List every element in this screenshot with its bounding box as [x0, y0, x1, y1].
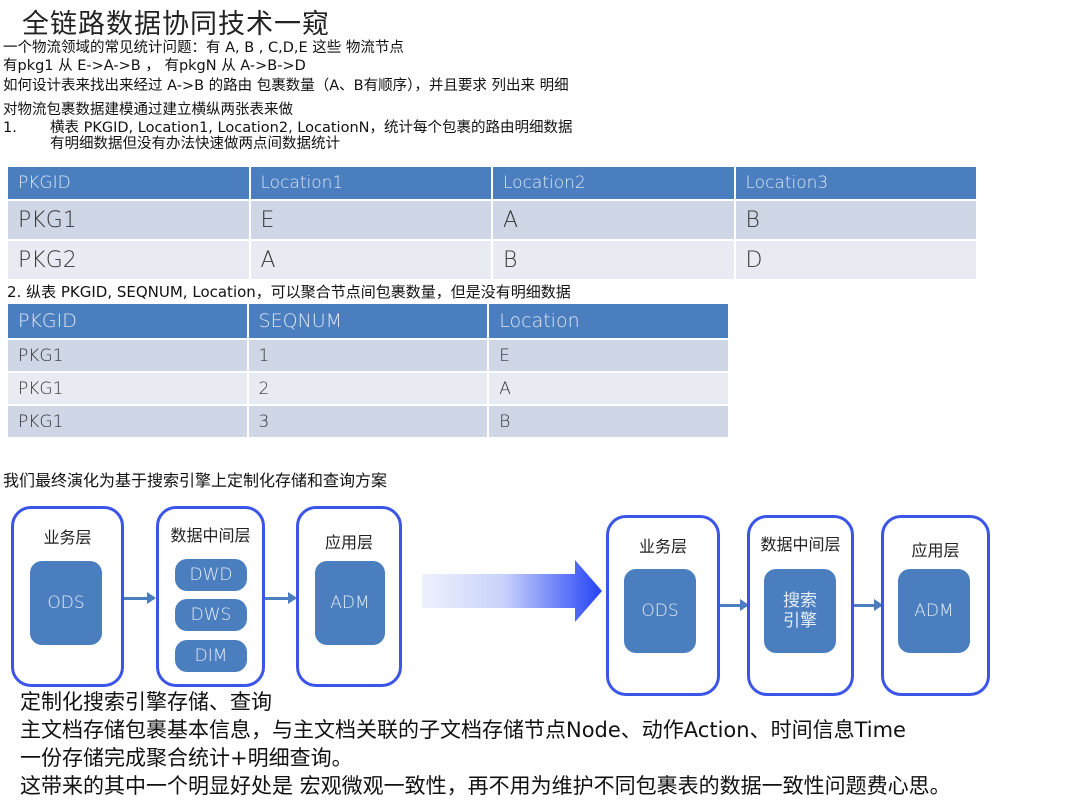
table-cell: PKG2	[8, 241, 249, 279]
table-header-cell: Location	[489, 304, 728, 338]
layer-business: 业务层 ODS	[11, 506, 124, 687]
evolution-caption: 我们最终演化为基于搜索引擎上定制化存储和查询方案	[3, 471, 388, 490]
layer-label: 应用层	[911, 541, 960, 560]
summary-line-2: 主文档存储包裹基本信息，与主文档关联的子文档存储节点Node、动作Action、…	[20, 718, 906, 742]
table-cell: B	[735, 201, 976, 239]
layer-label: 数据中间层	[760, 535, 841, 554]
table-cell: PKG1	[8, 201, 249, 239]
layer-application: 应用层 ADM	[881, 515, 990, 696]
table-cell: E	[489, 340, 728, 371]
table-cell: B	[493, 241, 734, 279]
layer-application: 应用层 ADM	[296, 506, 402, 687]
table-header-cell: Location2	[493, 167, 734, 199]
vertical-table: PKGID SEQNUM Location PKG1 1 E PKG1 2 A …	[6, 302, 730, 439]
table-header-cell: PKGID	[8, 304, 247, 338]
layer-data-middle: 数据中间层 DWD DWS DIM	[156, 506, 265, 687]
table-cell: 2	[248, 373, 488, 404]
table2-caption: 2. 纵表 PKGID, SEQNUM, Location，可以聚合节点间包裹数…	[7, 283, 571, 301]
table-cell: B	[489, 406, 728, 437]
arrow-right-icon	[854, 599, 883, 611]
table-header-cell: Location1	[250, 167, 491, 199]
table-header-cell: PKGID	[8, 167, 249, 199]
table-cell: PKG1	[8, 406, 247, 437]
table-header-row: PKGID Location1 Location2 Location3	[8, 167, 976, 199]
block-dim: DIM	[175, 640, 247, 672]
layer-data-middle: 数据中间层 搜索 引擎	[747, 515, 854, 696]
table-cell: 3	[248, 406, 488, 437]
arrow-right-icon	[124, 592, 156, 604]
intro-line-4: 对物流包裹数据建模通过建立横纵两张表来做	[3, 102, 293, 118]
table-row: PKG1 1 E	[8, 340, 728, 371]
block-adm: ADM	[898, 569, 970, 653]
table-header-row: PKGID SEQNUM Location	[8, 304, 728, 338]
layer-label: 数据中间层	[170, 526, 251, 545]
intro-line-1: 一个物流领域的常见统计问题：有 A, B , C,D,E 这些 物流节点	[3, 40, 404, 56]
page-title: 全链路数据协同技术一窥	[22, 9, 330, 40]
table-row: PKG2 A B D	[8, 241, 976, 279]
horizontal-table: PKGID Location1 Location2 Location3 PKG1…	[6, 165, 978, 281]
table-cell: PKG1	[8, 340, 247, 371]
layer-business: 业务层 ODS	[606, 515, 720, 696]
table-row: PKG1 E A B	[8, 201, 976, 239]
table-cell: A	[250, 241, 491, 279]
intro-line-2: 有pkg1 从 E->A->B ， 有pkgN 从 A->B->D	[3, 58, 306, 74]
intro-line-5: 1. 横表 PKGID, Location1, Location2, Locati…	[3, 120, 572, 137]
table-cell: PKG1	[8, 373, 247, 404]
table-cell: D	[735, 241, 976, 279]
table-cell: A	[489, 373, 728, 404]
summary-line-4: 这带来的其中一个明显好处是 宏观微观一致性，再不用为维护不同包裹表的数据一致性问…	[20, 774, 951, 798]
table-cell: 1	[248, 340, 488, 371]
summary-line-1: 定制化搜索引擎存储、查询	[20, 690, 272, 714]
intro-line-6: 有明细数据但没有办法快速做两点间数据统计	[50, 136, 340, 152]
table-cell: E	[250, 201, 491, 239]
table-header-cell: SEQNUM	[248, 304, 488, 338]
block-adm: ADM	[315, 561, 385, 645]
table-cell: A	[493, 201, 734, 239]
table-row: PKG1 2 A	[8, 373, 728, 404]
table-header-cell: Location3	[735, 167, 976, 199]
arrow-right-icon	[720, 599, 749, 611]
block-ods: ODS	[30, 561, 102, 645]
list-number: 1.	[3, 120, 17, 136]
arrow-right-icon	[265, 592, 297, 604]
block-dws: DWS	[175, 599, 247, 631]
summary-line-3: 一份存储完成聚合统计+明细查询。	[20, 746, 353, 770]
list-text: 横表 PKGID, Location1, Location2, Location…	[50, 120, 573, 136]
block-search-engine: 搜索 引擎	[764, 569, 836, 653]
layer-label: 业务层	[43, 528, 92, 547]
layer-label: 应用层	[324, 533, 373, 552]
block-dwd: DWD	[175, 559, 247, 591]
layer-label: 业务层	[638, 537, 687, 556]
table-row: PKG1 3 B	[8, 406, 728, 437]
block-ods: ODS	[624, 569, 696, 653]
evolution-arrow-icon	[422, 560, 602, 622]
intro-line-3: 如何设计表来找出来经过 A->B 的路由 包裹数量（A、B有顺序），并且要求 列…	[3, 78, 569, 94]
